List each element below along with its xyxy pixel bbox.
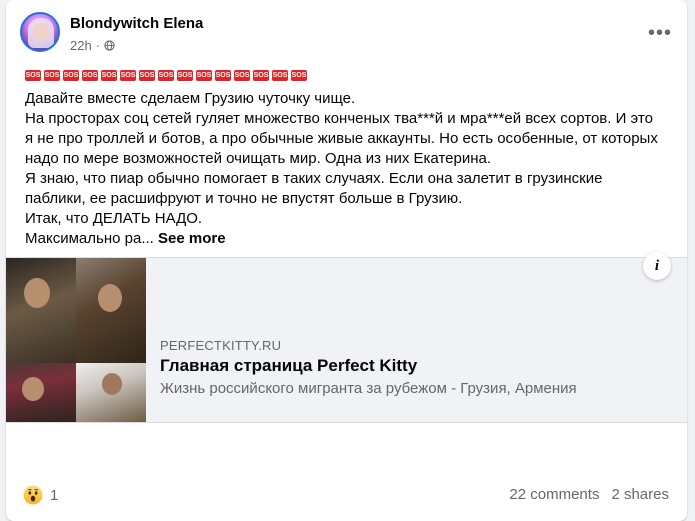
sos-emoji-icon: SOS [196, 70, 212, 81]
shares-count[interactable]: 2 shares [611, 486, 669, 503]
post-line: Я знаю, что пиар обычно помогает в таких… [25, 170, 603, 207]
sos-emoji-icon: SOS [215, 70, 231, 81]
sos-emoji-icon: SOS [44, 70, 60, 81]
wow-icon [23, 485, 43, 505]
more-horizontal-icon: ••• [647, 21, 672, 44]
more-options-button[interactable]: ••• [645, 18, 675, 48]
sos-emoji-icon: SOS [158, 70, 174, 81]
avatar[interactable] [20, 12, 60, 52]
sos-emoji-icon: SOS [101, 70, 117, 81]
sos-emoji-icon: SOS [139, 70, 155, 81]
sos-emoji-icon: SOS [234, 70, 250, 81]
reactions-summary[interactable]: 1 [23, 485, 58, 505]
author-name[interactable]: Blondywitch Elena [70, 15, 203, 32]
comments-count[interactable]: 22 comments [509, 486, 599, 503]
sos-emoji-icon: SOS [253, 70, 269, 81]
post-footer: 1 22 comments 2 shares [6, 421, 687, 521]
sos-emoji-icon: SOS [120, 70, 136, 81]
link-description: Жизнь российского мигранта за рубежом - … [160, 380, 577, 397]
link-thumbnail[interactable] [6, 258, 146, 422]
post-line: Давайте вместе сделаем Грузию чуточку чи… [25, 90, 356, 107]
sos-emoji-row: SOS SOS SOS SOS SOS SOS SOS SOS SOS SOS SOS SOS SOS S… [25, 70, 307, 81]
info-icon[interactable]: i [643, 252, 671, 280]
truncated-text: Максимально ра... [25, 230, 154, 247]
post-stats: 22 comments 2 shares [509, 486, 669, 503]
post-line: На просторах соц сетей гуляет множество … [25, 110, 658, 167]
post-line-truncated: Максимально ра... See more [25, 229, 665, 249]
link-domain: PERFECTKITTY.RU [160, 338, 282, 353]
post-time[interactable]: 22h [70, 38, 92, 53]
reaction-count: 1 [50, 486, 59, 504]
sos-emoji-icon: SOS [177, 70, 193, 81]
link-preview[interactable]: PERFECTKITTY.RU Главная страница Perfect… [6, 252, 687, 423]
post-card: Blondywitch Elena 22h · ••• SOS SOS SOS SOS… [6, 0, 687, 521]
link-title[interactable]: Главная страница Perfect Kitty [160, 356, 417, 376]
post-text: Давайте вместе сделаем Грузию чуточку чи… [25, 89, 665, 249]
post-line: Итак, что ДЕЛАТЬ НАДО. [25, 210, 203, 227]
sos-emoji-icon: SOS [272, 70, 288, 81]
sos-emoji-icon: SOS [82, 70, 98, 81]
post-meta: 22h · [70, 38, 115, 53]
sos-emoji-icon: SOS [63, 70, 79, 81]
sos-emoji-icon: SOS [291, 70, 307, 81]
see-more-link[interactable]: See more [158, 230, 226, 247]
globe-icon[interactable] [104, 40, 115, 51]
sos-emoji-icon: SOS [25, 70, 41, 81]
post-header: Blondywitch Elena 22h · ••• [20, 12, 675, 56]
